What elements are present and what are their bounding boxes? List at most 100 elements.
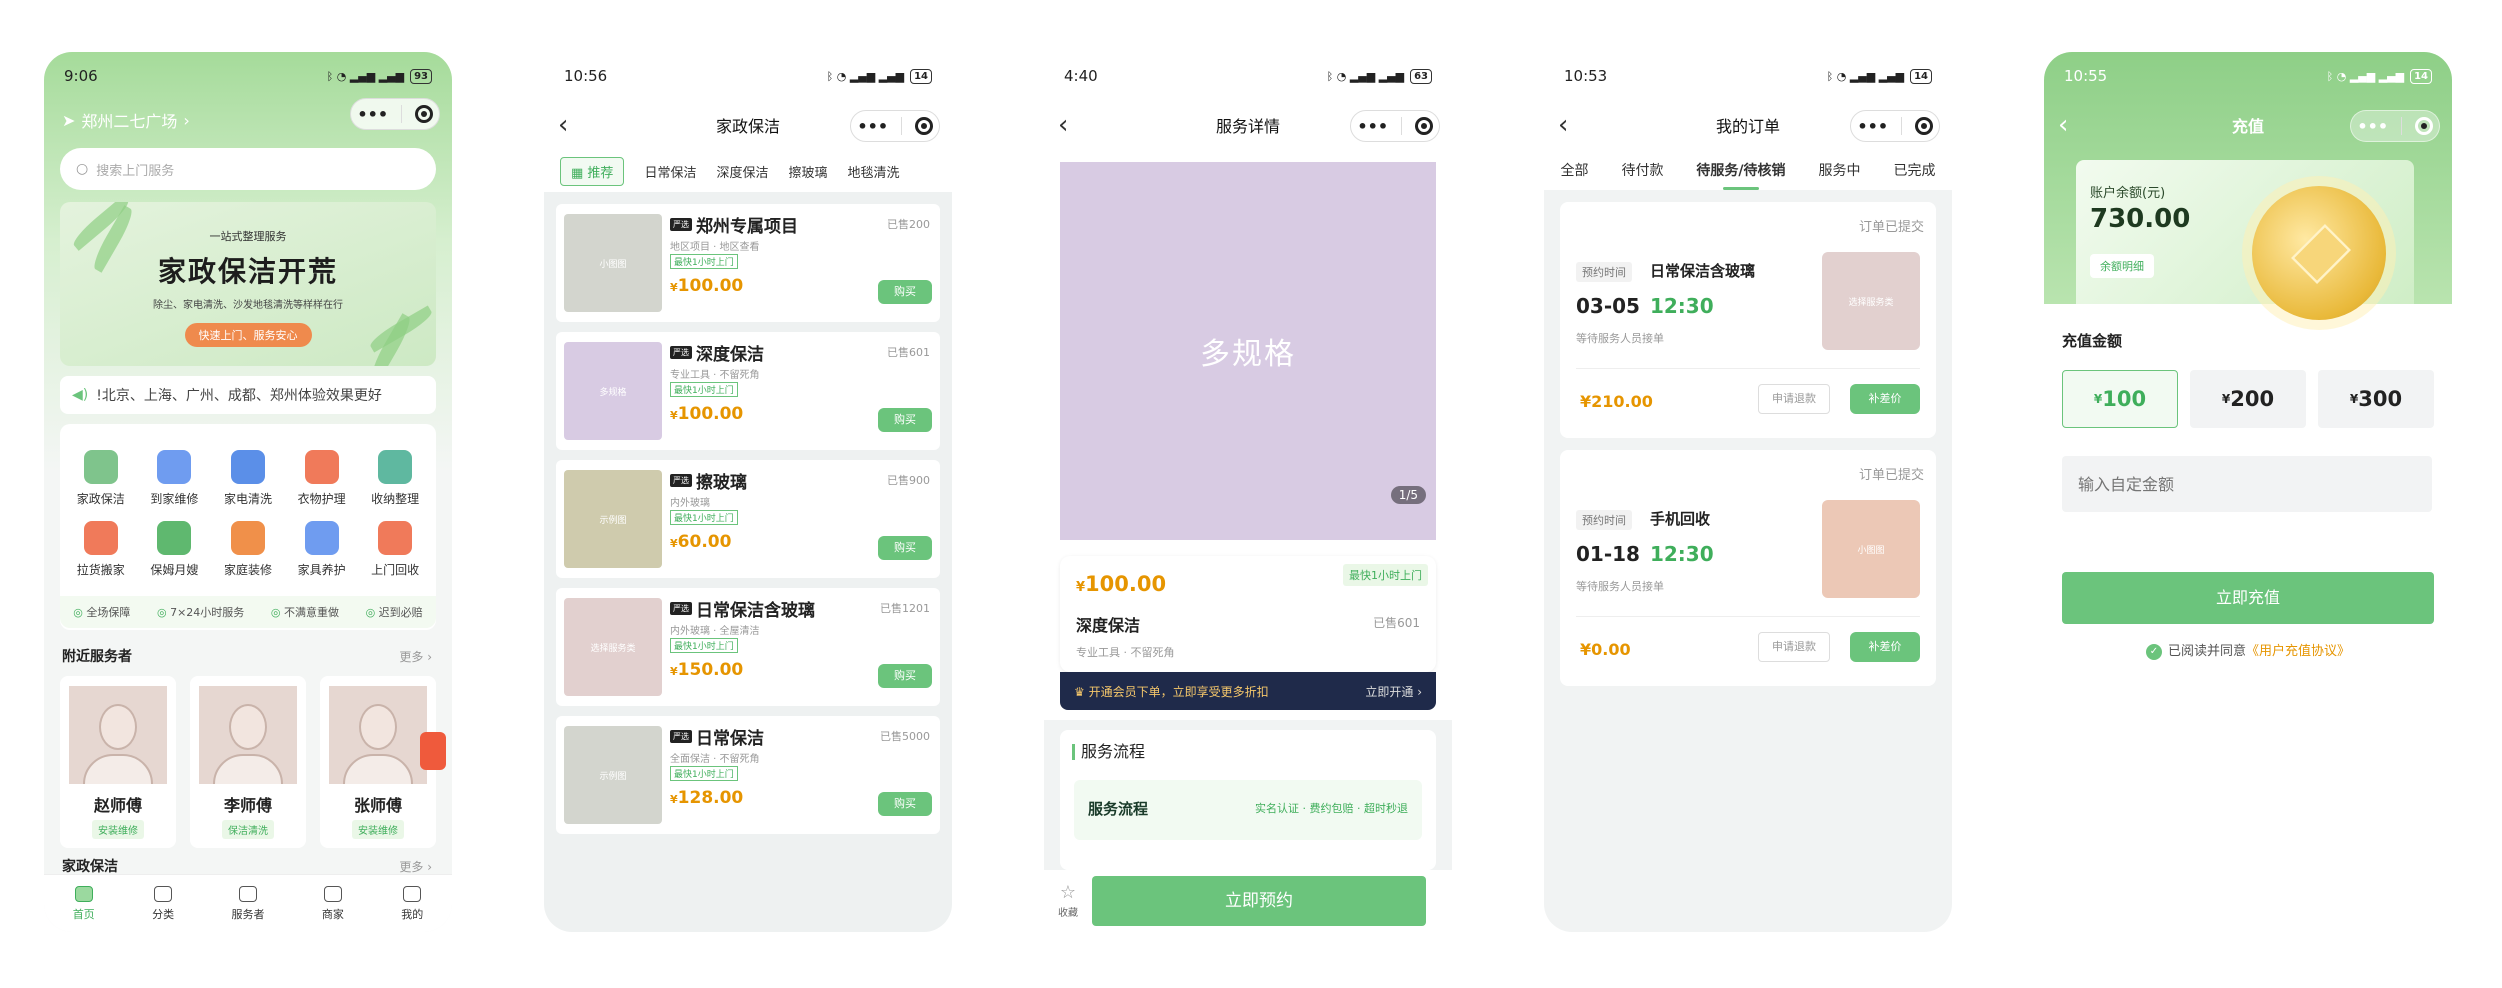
avatar-head <box>99 704 137 750</box>
close-target-icon[interactable] <box>914 117 933 135</box>
promo-banner[interactable]: 一站式整理服务 家政保洁开荒 除尘、家电清洗、沙发地毯清洗等样样在行 快速上门、… <box>60 202 436 366</box>
order-tab[interactable]: 已完成 <box>1893 160 1935 180</box>
filter-tab[interactable]: 地毯清洗 <box>847 162 899 181</box>
fast-arrival-badge: 最快1小时上门 <box>670 382 738 397</box>
buy-button[interactable]: 购买 <box>878 536 932 560</box>
product-card[interactable]: 示例图 严选 擦玻璃 已售900 内外玻璃 最快1小时上门 ¥60.00 购买 <box>556 460 940 578</box>
more-dots-icon[interactable]: ••• <box>857 117 888 136</box>
close-target-icon[interactable] <box>1914 117 1933 135</box>
order-tab[interactable]: 全部 <box>1560 160 1588 180</box>
fast-arrival-badge: 最快1小时上门 <box>670 510 738 525</box>
product-card[interactable]: 多规格 严选 深度保洁 已售601 专业工具 · 不留死角 最快1小时上门 ¥100.00 购… <box>556 332 940 450</box>
tab-profile[interactable]: 我的 <box>401 885 423 922</box>
close-target-icon[interactable] <box>2414 117 2433 135</box>
tab-store[interactable]: 商家 <box>322 885 344 922</box>
product-card[interactable]: 选择服务类 严选 日常保洁含玻璃 已售1201 内外玻璃 · 全屋清洁 最快1小时上门 ¥1… <box>556 588 940 706</box>
filter-tab[interactable]: 擦玻璃 <box>788 162 827 181</box>
refund-button[interactable]: 申请退款 <box>1758 384 1830 414</box>
system-icons: ᛒ ◔ ▂▄▆ ▂▄▆ 14 <box>1827 68 1932 84</box>
sold-count: 已售1201 <box>880 602 930 615</box>
category-item[interactable]: 衣物护理 <box>285 450 359 507</box>
cleaning-more-link[interactable]: 更多 › <box>399 858 432 875</box>
back-arrow-icon[interactable]: ‹ <box>1058 100 1068 150</box>
nav-bar: ‹ 充值 ••• <box>2044 100 2452 150</box>
order-price: ¥210.00 <box>1580 392 1653 411</box>
search-bar[interactable]: ○ 搜索上门服务 <box>60 148 436 190</box>
category-item[interactable]: 到家维修 <box>138 450 212 507</box>
custom-amount-input[interactable] <box>2062 456 2432 512</box>
location-selector[interactable]: ➤ 郑州二七广场 › <box>62 108 190 132</box>
filter-label: 擦玻璃 <box>788 165 828 181</box>
more-dots-icon[interactable]: ••• <box>357 105 388 124</box>
amount-value: 300 <box>2358 387 2403 411</box>
house-icon <box>83 450 118 484</box>
pay-difference-button[interactable]: 补差价 <box>1850 384 1920 414</box>
balance-detail-button[interactable]: 余额明细 <box>2090 254 2154 278</box>
order-tab[interactable]: 待服务/待核销 <box>1696 160 1786 190</box>
pay-difference-button[interactable]: 补差价 <box>1850 632 1920 662</box>
product-desc: 内外玻璃 · 全屋清洁 <box>670 626 760 637</box>
buy-button[interactable]: 购买 <box>878 792 932 816</box>
category-item[interactable]: 家电清洗 <box>211 450 285 507</box>
banner-cta-button[interactable]: 快速上门、服务安心 <box>184 323 312 347</box>
amount-option[interactable]: ¥200 <box>2190 370 2306 428</box>
more-dots-icon[interactable]: ••• <box>2357 117 2388 136</box>
filter-tab[interactable]: ▦ 推荐 <box>560 156 625 186</box>
product-card[interactable]: 小图图 严选 郑州专属项目 已售200 地区项目 · 地区查看 最快1小时上门 ¥100.0… <box>556 204 940 322</box>
more-dots-icon[interactable]: ••• <box>1357 117 1388 136</box>
battery-icon: 63 <box>1410 68 1432 84</box>
order-card[interactable]: 订单已提交 预约时间 手机回收 01-18 12:30 等待服务人员接单 小图图 ¥0.00 申… <box>1560 450 1936 686</box>
guarantee-item: ◎ 迟到必赔 <box>366 604 423 620</box>
amount-option[interactable]: ¥300 <box>2318 370 2434 428</box>
vip-open-link[interactable]: 立即开通 › <box>1365 683 1422 700</box>
agreement-link[interactable]: 《用户充值协议》 <box>2246 644 2350 659</box>
image-gallery[interactable]: 多规格 1/5 <box>1060 162 1436 540</box>
order-thumbnail: 小图图 <box>1822 500 1920 598</box>
refund-button[interactable]: 申请退款 <box>1758 632 1830 662</box>
amount-option[interactable]: ¥100 <box>2062 370 2178 428</box>
order-tab[interactable]: 待付款 <box>1621 160 1663 180</box>
category-item[interactable]: 上门回收 <box>358 521 432 578</box>
product-card[interactable]: 示例图 严选 日常保洁 已售5000 全面保洁 · 不留死角 最快1小时上门 ¥128.00… <box>556 716 940 834</box>
vip-banner[interactable]: ♛ 开通会员下单，立即享受更多折扣 立即开通 › <box>1060 672 1436 710</box>
category-item[interactable]: 拉货搬家 <box>64 521 138 578</box>
close-target-icon[interactable] <box>1414 117 1433 135</box>
recharge-now-button[interactable]: 立即充值 <box>2062 572 2434 624</box>
back-arrow-icon[interactable]: ‹ <box>2058 100 2068 150</box>
check-icon[interactable]: ✓ <box>2145 643 2162 660</box>
filter-tab[interactable]: 日常保洁 <box>644 162 696 181</box>
agreement-line[interactable]: ✓ 已阅读并同意《用户充值协议》 <box>2044 640 2452 660</box>
avatar-body <box>83 754 153 784</box>
book-now-button[interactable]: 立即预约 <box>1092 876 1426 926</box>
favorite-label: 收藏 <box>1058 907 1078 919</box>
worker-card[interactable]: 赵师傅 安装维修 <box>60 676 176 848</box>
back-arrow-icon[interactable]: ‹ <box>558 100 568 150</box>
favorite-button[interactable]: ☆ 收藏 <box>1058 883 1078 919</box>
floating-gift-icon[interactable] <box>420 732 446 770</box>
divider <box>1576 616 1920 617</box>
category-item[interactable]: 家具养护 <box>285 521 359 578</box>
product-name: 严选 日常保洁 <box>670 724 764 749</box>
nearby-more-link[interactable]: 更多 › <box>399 648 432 665</box>
action-bar: ☆ 收藏 立即预约 <box>1044 870 1452 932</box>
back-arrow-icon[interactable]: ‹ <box>1558 100 1568 150</box>
buy-button[interactable]: 购买 <box>878 408 932 432</box>
category-item[interactable]: 收纳整理 <box>358 450 432 507</box>
close-target-icon[interactable] <box>414 105 433 123</box>
category-item[interactable]: 家政保洁 <box>64 450 138 507</box>
search-placeholder: 搜索上门服务 <box>96 163 175 179</box>
worker-card[interactable]: 张师傅 安装维修 <box>320 676 436 848</box>
buy-button[interactable]: 购买 <box>878 280 932 304</box>
tab-home[interactable]: 首页 <box>73 885 95 922</box>
filter-tab[interactable]: 深度保洁 <box>716 162 768 181</box>
category-item[interactable]: 家庭装修 <box>211 521 285 578</box>
order-tab[interactable]: 服务中 <box>1819 160 1861 180</box>
more-dots-icon[interactable]: ••• <box>1857 117 1888 136</box>
category-list-screen: 10:56 ᛒ ◔ ▂▄▆ ▂▄▆ 14 ‹ 家政保洁 ••• ▦ 推荐 日常保洁… <box>544 52 952 932</box>
category-item[interactable]: 保姆月嫂 <box>138 521 212 578</box>
worker-card[interactable]: 李师傅 保洁清洗 <box>190 676 306 848</box>
order-card[interactable]: 订单已提交 预约时间 日常保洁含玻璃 03-05 12:30 等待服务人员接单 选择服务类 ¥… <box>1560 202 1936 438</box>
tab-category[interactable]: 分类 <box>152 885 174 922</box>
buy-button[interactable]: 购买 <box>878 664 932 688</box>
tab-user[interactable]: 服务者 <box>231 885 264 922</box>
